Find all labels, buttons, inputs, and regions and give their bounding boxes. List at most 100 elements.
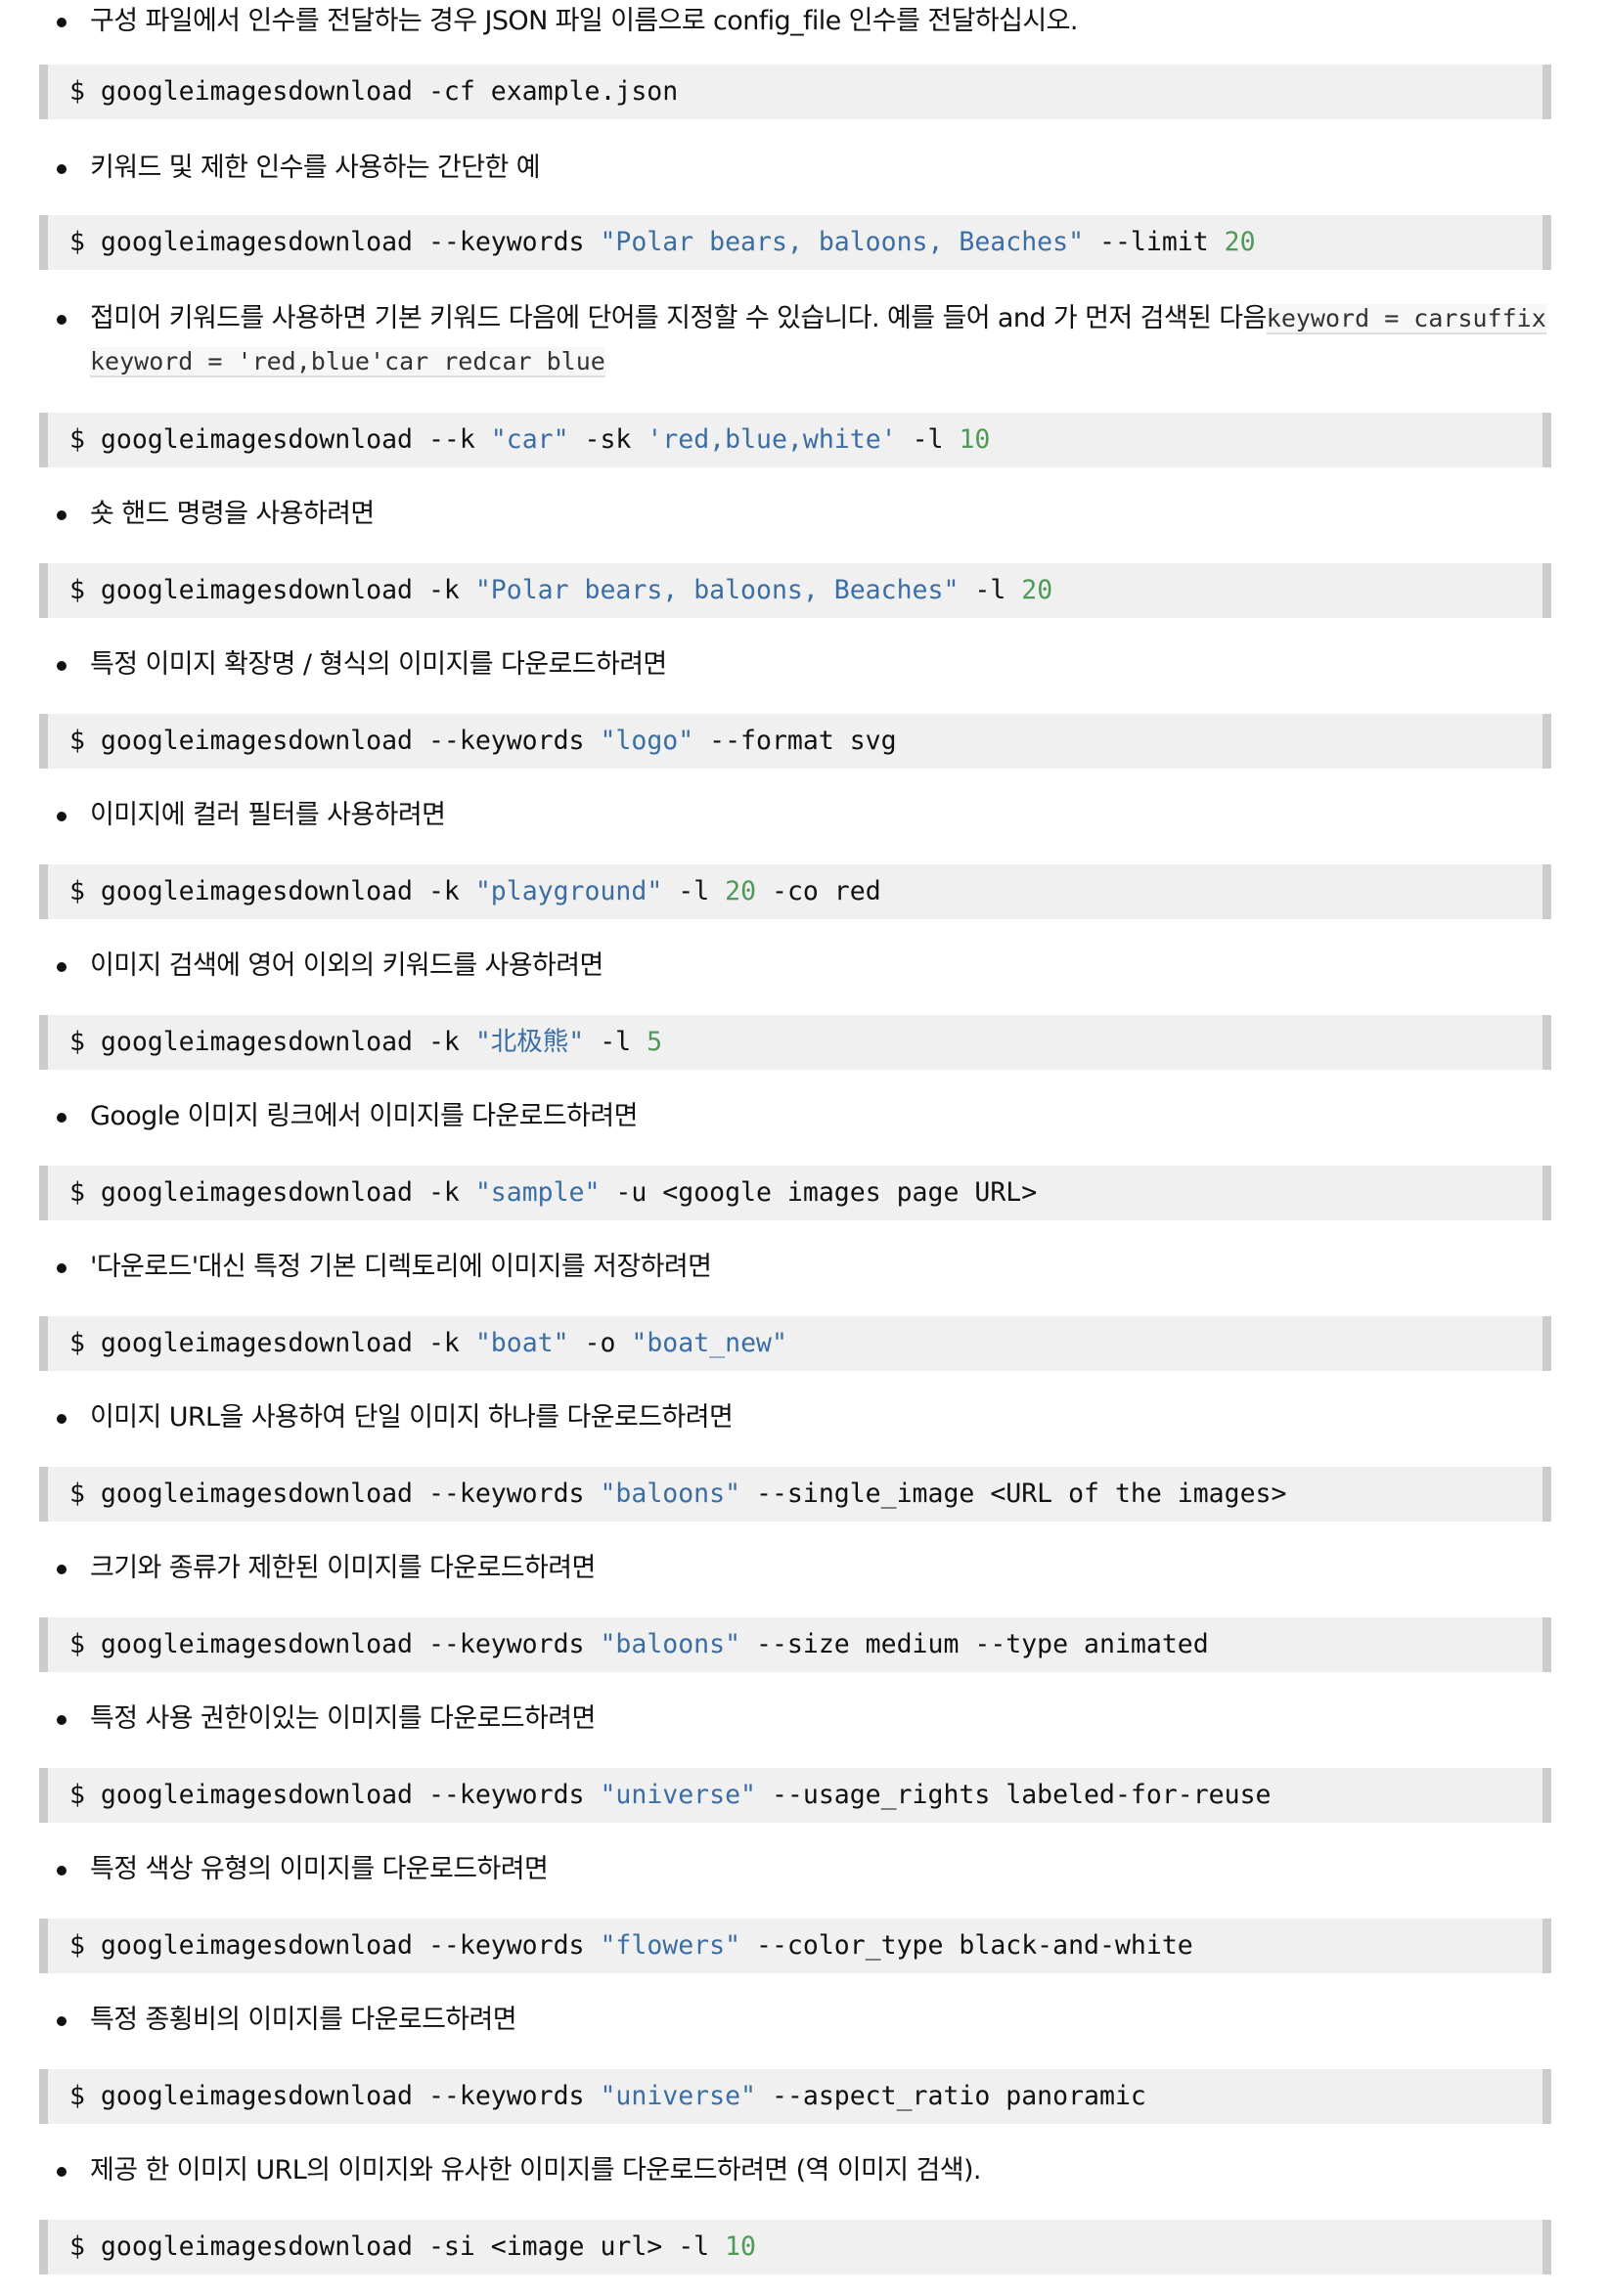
code-line: $ googleimagesdownload --keywords "flowe… xyxy=(69,1919,1193,1973)
code-text: --aspect_ratio panoramic xyxy=(756,2081,1146,2111)
list-item-text: 이미지 URL을 사용하여 단일 이미지 하나를 다운로드하려면 xyxy=(90,1396,734,1439)
list-item-text: 이미지 검색에 영어 이외의 키워드를 사용하려면 xyxy=(90,945,603,988)
list-item-label: 숏 핸드 명령을 사용하려면 xyxy=(90,499,375,529)
code-block: $ googleimagesdownload -k "boat" -o "boa… xyxy=(39,1316,1551,1371)
bullet-dot xyxy=(57,164,67,174)
list-item-text: 접미어 키워드를 사용하면 기본 키워드 다음에 단어를 지정할 수 있습니다.… xyxy=(90,297,1546,340)
code-text: $ googleimagesdownload --keywords xyxy=(69,726,601,756)
code-text: $ googleimagesdownload --keywords xyxy=(69,1479,601,1509)
code-text: -u <google images page URL> xyxy=(600,1177,1038,1208)
code-text: --color_type black-and-white xyxy=(740,1930,1193,1961)
bullet-dot xyxy=(57,1715,67,1725)
code-text: --limit xyxy=(1084,227,1225,257)
code-text: -l xyxy=(959,575,1022,605)
code-block: $ googleimagesdownload -si <image url> -… xyxy=(39,2220,1551,2274)
code-line: $ googleimagesdownload --keywords "baloo… xyxy=(69,1617,1209,1672)
code-line: $ googleimagesdownload -cf example.json xyxy=(69,65,678,119)
code-number: 10 xyxy=(725,2231,757,2262)
list-item-text: 구성 파일에서 인수를 전달하는 경우 JSON 파일 이름으로 config_… xyxy=(90,0,1078,43)
list-item-text: 특정 종횡비의 이미지를 다운로드하려면 xyxy=(90,1999,517,2042)
bullet-dot xyxy=(57,661,67,671)
list-item-label: 특정 색상 유형의 이미지를 다운로드하려면 xyxy=(90,1854,549,1884)
code-text: $ googleimagesdownload --keywords xyxy=(69,1780,601,1810)
list-item-label: 키워드 및 제한 인수를 사용하는 간단한 예 xyxy=(90,153,541,183)
code-block: $ googleimagesdownload --keywords "Polar… xyxy=(39,215,1551,270)
code-string: "baloons" xyxy=(600,1629,741,1659)
code-block: $ googleimagesdownload --keywords "unive… xyxy=(39,2069,1551,2124)
code-text: -sk xyxy=(568,424,648,455)
code-number: 20 xyxy=(1224,227,1256,257)
code-text: -l xyxy=(584,1027,648,1057)
code-text: $ googleimagesdownload --keywords xyxy=(69,1930,601,1961)
code-number: 10 xyxy=(959,424,991,455)
code-block: $ googleimagesdownload --keywords "baloo… xyxy=(39,1617,1551,1672)
code-string: "北极熊" xyxy=(474,1027,585,1057)
bullet-dot xyxy=(57,1263,67,1273)
code-number: 5 xyxy=(647,1027,663,1057)
code-line: $ googleimagesdownload --keywords "logo"… xyxy=(69,714,897,769)
bullet-dot xyxy=(57,962,67,972)
code-line: $ googleimagesdownload --keywords "unive… xyxy=(69,2069,1146,2124)
bullet-dot xyxy=(57,1866,67,1876)
code-line: $ googleimagesdownload --keywords "Polar… xyxy=(69,215,1256,270)
list-item-label: 접미어 키워드를 사용하면 기본 키워드 다음에 단어를 지정할 수 있습니다.… xyxy=(90,303,1267,333)
list-item-text: 이미지에 컬러 필터를 사용하려면 xyxy=(90,794,446,837)
code-text: --single_image <URL of the images> xyxy=(740,1479,1287,1509)
code-string: "boat_new" xyxy=(631,1328,787,1358)
code-text: $ googleimagesdownload -k xyxy=(69,1177,475,1208)
code-string: "flowers" xyxy=(600,1930,741,1961)
code-string: "sample" xyxy=(474,1177,601,1208)
inline-code: keyword = 'red,blue'car redcar blue xyxy=(90,347,605,377)
bullet-dot xyxy=(57,2016,67,2026)
code-block: $ googleimagesdownload --keywords "logo"… xyxy=(39,714,1551,769)
code-string: "Polar bears, baloons, Beaches" xyxy=(474,575,960,605)
code-line: $ googleimagesdownload -k "Polar bears, … xyxy=(69,563,1052,618)
list-item-text: Google 이미지 링크에서 이미지를 다운로드하려면 xyxy=(90,1095,638,1138)
code-string: "playground" xyxy=(474,876,663,906)
code-string: 'red,blue,white' xyxy=(647,424,897,455)
bullet-dot xyxy=(57,812,67,821)
list-item-label: 이미지 검색에 영어 이외의 키워드를 사용하려면 xyxy=(90,950,603,981)
bullet-dot xyxy=(57,1414,67,1424)
list-item-text: 크기와 종류가 제한된 이미지를 다운로드하려면 xyxy=(90,1547,596,1590)
list-item-label: 제공 한 이미지 URL의 이미지와 유사한 이미지를 다운로드하려면 (역 이… xyxy=(90,2155,981,2186)
code-string: "universe" xyxy=(600,2081,756,2111)
list-item-label: 이미지에 컬러 필터를 사용하려면 xyxy=(90,800,446,830)
code-text: -co red xyxy=(756,876,881,906)
code-text: $ googleimagesdownload -cf example.json xyxy=(69,76,679,107)
code-text: $ googleimagesdownload -k xyxy=(69,1027,475,1057)
inline-code: keyword = carsuffix xyxy=(1266,304,1546,334)
code-string: "boat" xyxy=(474,1328,569,1358)
bullet-dot xyxy=(57,1113,67,1123)
code-line: $ googleimagesdownload -k "sample" -u <g… xyxy=(69,1166,1037,1220)
code-string: "logo" xyxy=(600,726,694,756)
list-item-label: Google 이미지 링크에서 이미지를 다운로드하려면 xyxy=(90,1101,638,1131)
list-item-text: 숏 핸드 명령을 사용하려면 xyxy=(90,493,375,536)
code-line: $ googleimagesdownload --keywords "baloo… xyxy=(69,1467,1286,1522)
code-text: -l xyxy=(662,876,726,906)
code-text: --format svg xyxy=(693,726,897,756)
code-block: $ googleimagesdownload -cf example.json xyxy=(39,65,1551,119)
code-text: -o xyxy=(568,1328,632,1358)
code-text: $ googleimagesdownload --keywords xyxy=(69,227,601,257)
code-block: $ googleimagesdownload -k "北极熊" -l 5 xyxy=(39,1015,1551,1070)
code-string: "Polar bears, baloons, Beaches" xyxy=(600,227,1085,257)
bullet-dot xyxy=(57,18,67,27)
code-block: $ googleimagesdownload --keywords "baloo… xyxy=(39,1467,1551,1522)
code-block: $ googleimagesdownload --keywords "flowe… xyxy=(39,1919,1551,1973)
code-string: "car" xyxy=(490,424,569,455)
bullet-dot xyxy=(57,315,67,325)
code-line: $ googleimagesdownload --keywords "unive… xyxy=(69,1768,1272,1823)
code-text: $ googleimagesdownload -k xyxy=(69,575,475,605)
code-text: --size medium --type animated xyxy=(740,1629,1209,1659)
list-item-label: 구성 파일에서 인수를 전달하는 경우 JSON 파일 이름으로 config_… xyxy=(90,6,1078,36)
code-block: $ googleimagesdownload -k "sample" -u <g… xyxy=(39,1166,1551,1220)
list-item-label: 크기와 종류가 제한된 이미지를 다운로드하려면 xyxy=(90,1553,596,1583)
list-item-label: 특정 종횡비의 이미지를 다운로드하려면 xyxy=(90,2005,517,2035)
code-block: $ googleimagesdownload --k "car" -sk 're… xyxy=(39,413,1551,467)
bullet-dot xyxy=(57,1565,67,1574)
bullet-dot xyxy=(57,510,67,520)
bullet-dot xyxy=(57,2167,67,2177)
list-item-label: '다운로드'대신 특정 기본 디렉토리에 이미지를 저장하려면 xyxy=(90,1252,712,1282)
code-block: $ googleimagesdownload --keywords "unive… xyxy=(39,1768,1551,1823)
